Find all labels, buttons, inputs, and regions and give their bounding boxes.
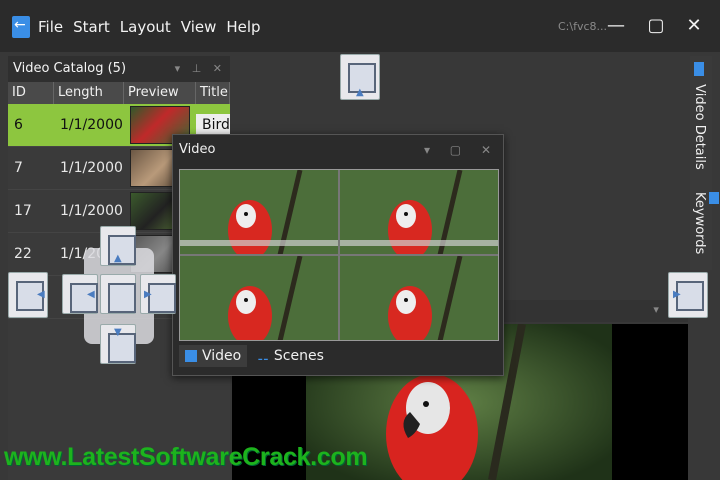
dock-guide-left[interactable]: ◀ — [8, 272, 48, 318]
video-tabs: Video ⚋ Scenes — [179, 345, 330, 367]
catalog-header: Video Catalog (5) ▾ ⊥ ✕ — [8, 56, 230, 82]
col-preview[interactable]: Preview — [124, 82, 196, 104]
tab-video-label: Video — [202, 348, 242, 364]
compass-center[interactable] — [100, 274, 136, 314]
cell-id: 7 — [14, 160, 23, 176]
seek-bar[interactable] — [180, 240, 338, 246]
arrow-down-icon: ▼ — [114, 327, 122, 338]
menu-start[interactable]: Start — [73, 18, 110, 36]
minimize-button[interactable]: — — [604, 14, 628, 38]
catalog-title: Video Catalog (5) — [13, 61, 127, 76]
maximize-button[interactable]: ▢ — [644, 14, 668, 38]
menu-file[interactable]: File — [38, 18, 63, 36]
arrow-up-icon: ▲ — [356, 87, 364, 98]
cell-id: 6 — [14, 117, 23, 133]
arrow-left-icon: ◀ — [37, 289, 45, 300]
tab-scenes[interactable]: ⚋ Scenes — [251, 345, 330, 367]
tab-video-details-label: Video Details — [692, 84, 707, 170]
compass-left[interactable]: ◀ — [62, 274, 98, 314]
menu-view[interactable]: View — [181, 18, 217, 36]
arrow-up-icon: ▲ — [114, 253, 122, 264]
compass-bottom[interactable]: ▼ — [100, 324, 136, 364]
tab-keywords-label: Keywords — [692, 192, 707, 255]
cell-id: 22 — [14, 246, 32, 262]
panel-pin-close-icons[interactable]: ▾ ⊥ ✕ — [175, 56, 226, 82]
close-button[interactable]: ✕ — [682, 14, 706, 38]
tab-video-details[interactable]: Video Details — [692, 58, 707, 170]
details-icon — [694, 62, 704, 76]
dock-guide-top[interactable]: ▲ — [340, 54, 380, 100]
menu-help[interactable]: Help — [226, 18, 260, 36]
video-cell[interactable] — [180, 170, 338, 254]
menu-bar: File Start Layout View Help — [38, 18, 261, 36]
video-window[interactable]: Video ▾ ▢ ✕ Video ⚋ Scenes — [172, 134, 504, 376]
side-tab-strip: Video Details Keywords — [690, 56, 719, 270]
col-id[interactable]: ID — [8, 82, 54, 104]
video-cell[interactable] — [180, 256, 338, 340]
compass-right[interactable]: ▶ — [140, 274, 176, 314]
compass-top[interactable]: ▲ — [100, 226, 136, 266]
menu-layout[interactable]: Layout — [120, 18, 171, 36]
cell-title: Bird — [196, 114, 230, 136]
cell-length: 1/1/2000 — [60, 203, 123, 219]
arrow-left-icon: ◀ — [87, 289, 95, 300]
col-length[interactable]: Length — [54, 82, 124, 104]
tab-video[interactable]: Video — [179, 345, 248, 367]
file-path: C:\fvc8... — [558, 20, 608, 33]
dock-compass: ▲ ◀ ▶ ▼ — [62, 226, 176, 366]
tab-keywords[interactable]: Keywords — [692, 188, 720, 270]
seek-bar[interactable] — [340, 240, 498, 246]
window-controls-icons[interactable]: ▾ ▢ ✕ — [424, 135, 499, 165]
cell-length: 1/1/2000 — [60, 160, 123, 176]
video-grid — [179, 169, 499, 341]
title-bar: File Start Layout View Help C:\fvc8... —… — [0, 0, 720, 52]
cell-length: 1/1/2000 — [60, 117, 123, 133]
video-window-title: Video — [179, 142, 216, 157]
arrow-right-icon: ▶ — [673, 289, 681, 300]
video-cell[interactable] — [340, 170, 498, 254]
video-icon — [185, 350, 197, 362]
tab-scenes-label: Scenes — [273, 348, 324, 364]
video-window-header[interactable]: Video ▾ ▢ ✕ — [173, 135, 503, 165]
arrow-right-icon: ▶ — [144, 289, 152, 300]
cell-id: 17 — [14, 203, 32, 219]
video-cell[interactable] — [340, 256, 498, 340]
col-title[interactable]: Title — [196, 82, 230, 104]
keywords-icon — [709, 192, 719, 204]
app-back-icon[interactable] — [12, 16, 30, 38]
catalog-table-header: ID Length Preview Title — [8, 82, 230, 104]
watermark-text: www.LatestSoftwareCrack.com — [4, 443, 368, 471]
dock-guide-right[interactable]: ▶ — [668, 272, 708, 318]
scenes-icon: ⚋ — [257, 348, 269, 364]
